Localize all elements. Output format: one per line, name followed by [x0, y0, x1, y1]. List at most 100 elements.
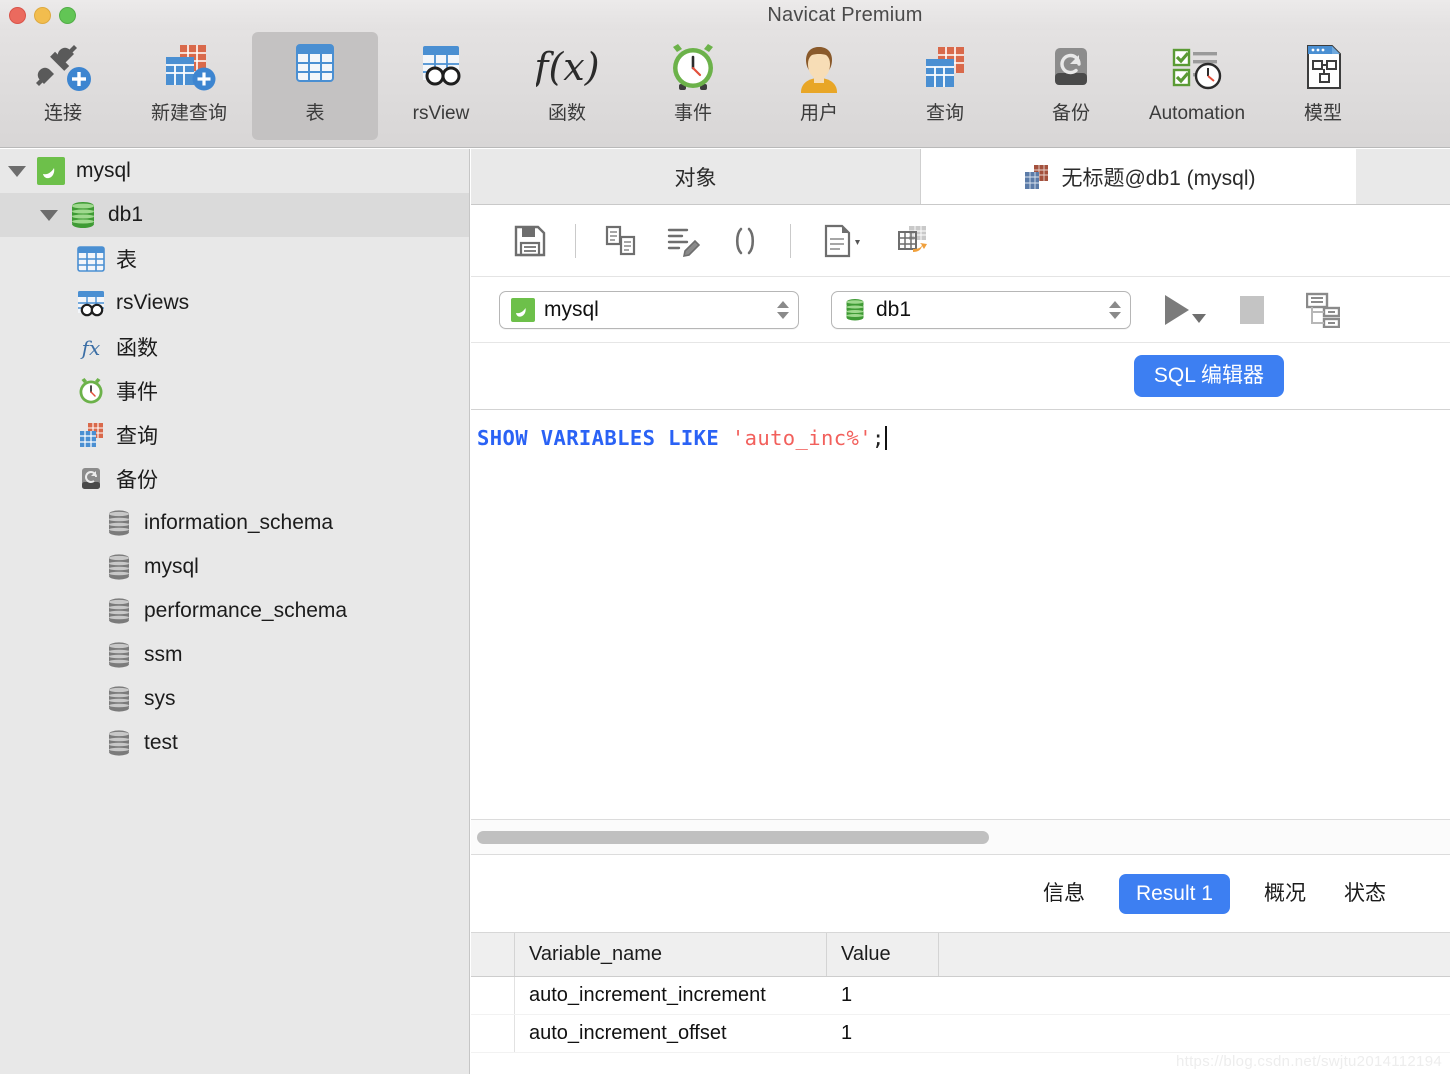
export-doc-icon[interactable] [805, 215, 883, 267]
sidebar-item-events[interactable]: 事件 [0, 369, 469, 413]
toolbar-label: 备份 [1051, 103, 1090, 124]
query-icon [76, 420, 106, 450]
svg-text:fx: fx [80, 336, 101, 360]
connection-bar: mysql db1 [471, 277, 1450, 343]
sidebar-item-rsviews[interactable]: rsViews [0, 281, 469, 325]
sidebar-item-label: ssm [144, 643, 183, 666]
toolbar-item-connection[interactable]: 连接 [0, 32, 126, 140]
result-tab-profile[interactable]: 概况 [1260, 875, 1310, 913]
toolbar-item-model[interactable]: 模型 [1260, 32, 1386, 140]
scrollbar-thumb[interactable] [477, 830, 989, 844]
navicat-window: Navicat Premium 连接 新建查询 表 rsView f(x) 函数… [0, 0, 1450, 1074]
database-green-icon [842, 297, 868, 323]
database-gray-icon [104, 640, 134, 670]
toolbar-label: 事件 [673, 103, 712, 124]
run-play-icon[interactable] [1165, 294, 1206, 325]
tab-strip: 对象 无标题@db1 (mysql) [471, 149, 1450, 205]
cell-variable-name[interactable]: auto_increment_offset [515, 1015, 827, 1052]
toolbar-label: rsView [412, 103, 470, 124]
sql-editor-button[interactable]: SQL 编辑器 [1133, 355, 1284, 397]
database-gray-icon [104, 728, 134, 758]
sidebar-item-test[interactable]: test [0, 721, 469, 765]
toolbar-item-events[interactable]: 事件 [630, 32, 756, 140]
stepper-icon[interactable] [1106, 297, 1124, 323]
cell-variable-name[interactable]: auto_increment_increment [515, 977, 827, 1014]
tab-query-document[interactable]: 无标题@db1 (mysql) [921, 149, 1356, 204]
chevron-down-icon[interactable] [40, 209, 58, 221]
toolbar-item-query[interactable]: 查询 [882, 32, 1008, 140]
sidebar-item-db1[interactable]: db1 [0, 193, 469, 237]
format-edit-icon[interactable] [652, 215, 714, 267]
parentheses-icon[interactable] [714, 215, 776, 267]
result-tab-result1[interactable]: Result 1 [1118, 873, 1230, 914]
sidebar-item-label: db1 [108, 203, 144, 226]
editor-horizontal-scrollbar[interactable] [471, 819, 1450, 855]
sidebar-item-label: mysql [76, 159, 131, 182]
editor-toolbar [471, 205, 1450, 277]
sidebar-item-mysql-connection[interactable]: mysql [0, 149, 469, 193]
result-tab-status[interactable]: 状态 [1340, 875, 1390, 913]
sidebar-item-performance-schema[interactable]: performance_schema [0, 589, 469, 633]
tab-query-document-label: 无标题@db1 (mysql) [1061, 166, 1256, 190]
result-grid-header: Variable_name Value [471, 933, 1450, 977]
explain-plan-icon[interactable] [1306, 292, 1340, 328]
toolbar-item-users[interactable]: 用户 [756, 32, 882, 140]
sidebar-item-mysql-db[interactable]: mysql [0, 545, 469, 589]
sidebar-item-sys[interactable]: sys [0, 677, 469, 721]
stepper-icon[interactable] [774, 297, 792, 323]
connection-select[interactable]: mysql [499, 290, 799, 329]
sidebar-item-tables[interactable]: 表 [0, 237, 469, 281]
text-cursor [884, 426, 887, 450]
toolbar-item-functions[interactable]: f(x) 函数 [504, 32, 630, 140]
function-fx-icon: f(x) [536, 38, 598, 100]
column-header-variable-name[interactable]: Variable_name [515, 933, 827, 976]
sidebar-item-label: 查询 [116, 425, 158, 448]
toolbar-label: Automation [1148, 103, 1246, 124]
result-tab-info[interactable]: 信息 [1039, 875, 1089, 913]
toolbar-label: 用户 [799, 103, 838, 124]
beautify-sql-icon[interactable] [590, 215, 652, 267]
sidebar-item-ssm[interactable]: ssm [0, 633, 469, 677]
toolbar-label: 表 [305, 103, 325, 124]
stop-square-icon[interactable] [1240, 295, 1264, 324]
database-gray-icon [104, 508, 134, 538]
table-row[interactable]: auto_increment_increment 1 [471, 977, 1450, 1015]
sidebar-item-backups[interactable]: 备份 [0, 457, 469, 501]
row-gutter [471, 977, 515, 1014]
query-icon [916, 38, 974, 100]
row-gutter-header [471, 933, 515, 976]
sql-code-editor[interactable]: SHOW VARIABLES LIKE 'auto_inc%'; [471, 409, 1450, 819]
table-export-icon[interactable] [883, 215, 945, 267]
database-select[interactable]: db1 [831, 290, 1131, 329]
sidebar-item-label: 备份 [116, 469, 158, 492]
model-icon [1294, 38, 1352, 100]
sidebar-item-information-schema[interactable]: information_schema [0, 501, 469, 545]
toolbar-item-new-query[interactable]: 新建查询 [126, 32, 252, 140]
sidebar-item-functions[interactable]: fx 函数 [0, 325, 469, 369]
connection-value: mysql [544, 297, 599, 321]
table-row[interactable]: auto_increment_offset 1 [471, 1015, 1450, 1053]
toolbar-item-automation[interactable]: Automation [1134, 32, 1260, 140]
sidebar-item-label: 表 [116, 249, 137, 272]
toolbar-label: 函数 [547, 103, 586, 124]
database-gray-icon [104, 596, 134, 626]
cell-value[interactable]: 1 [827, 977, 939, 1014]
column-header-value[interactable]: Value [827, 933, 939, 976]
sql-editor-bar: SQL 编辑器 [471, 343, 1450, 409]
save-icon[interactable] [499, 215, 561, 267]
toolbar-item-rsview[interactable]: rsView [378, 32, 504, 140]
database-green-icon [68, 200, 98, 230]
toolbar-item-tables[interactable]: 表 [252, 32, 378, 140]
row-gutter [471, 1015, 515, 1052]
toolbar-item-backup[interactable]: 备份 [1008, 32, 1134, 140]
cell-value[interactable]: 1 [827, 1015, 939, 1052]
sidebar-item-queries[interactable]: 查询 [0, 413, 469, 457]
chevron-down-icon[interactable] [8, 165, 26, 177]
tab-objects[interactable]: 对象 [471, 149, 921, 204]
sidebar-item-label: rsViews [116, 291, 190, 314]
